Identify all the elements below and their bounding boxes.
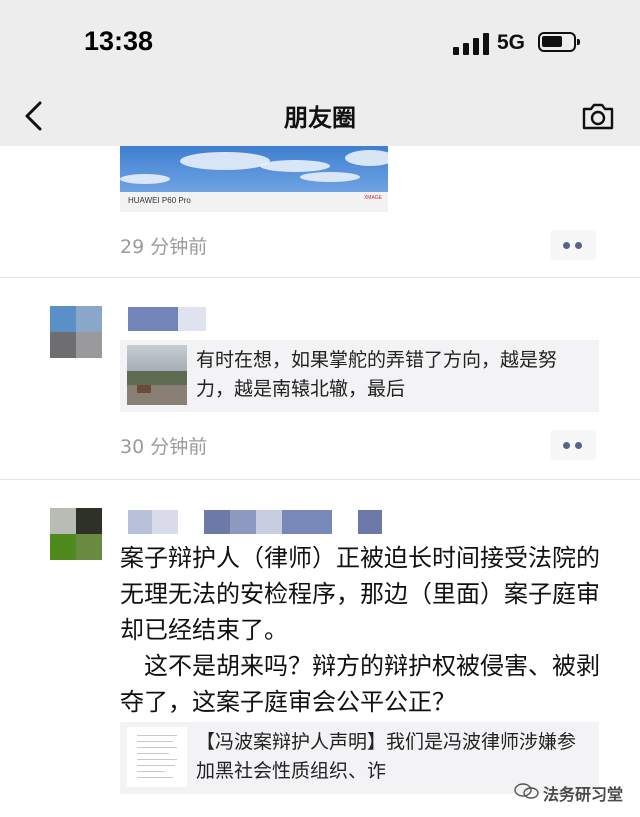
more-dots-icon[interactable] xyxy=(550,430,596,460)
link-title: 【冯波案辩护人声明】我们是冯波律师涉嫌参加黑社会性质组织、诈 xyxy=(196,731,577,782)
divider xyxy=(0,479,640,480)
avatar[interactable] xyxy=(50,508,102,560)
status-time: 13:38 xyxy=(84,26,154,56)
signal-icon xyxy=(453,33,489,55)
more-dots-icon[interactable] xyxy=(550,230,596,260)
camera-brand-mark: XMAGE xyxy=(363,195,382,201)
avatar[interactable] xyxy=(50,306,102,358)
wechat-logo-icon xyxy=(514,783,539,799)
chevron-left-icon[interactable] xyxy=(22,98,46,134)
link-thumbnail xyxy=(127,345,187,405)
post-time: 29 分钟前 xyxy=(120,236,208,258)
network-type: 5G xyxy=(497,31,526,54)
nav-bar: 朋友圈 xyxy=(0,88,640,146)
post-paragraph: 这不是胡来吗？辩方的辩护权被侵害、被剥夺了，这案子庭审会公平公正？ xyxy=(120,652,600,716)
camera-icon[interactable] xyxy=(580,98,616,134)
camera-brand: HUAWEI P60 Pro xyxy=(128,196,191,205)
post-body: 案子辩护人（律师）正被迫长时间接受法院的无理无法的安检程序，那边（里面）案子庭审… xyxy=(120,540,620,720)
watermark: 法务研习堂 xyxy=(543,785,624,804)
post-image[interactable]: HUAWEI P60 Pro XMAGE xyxy=(120,146,388,212)
shared-link-card[interactable]: 有时在想，如果掌舵的弄错了方向，越是努力，越是南辕北辙，最后 xyxy=(120,340,599,412)
post-time: 30 分钟前 xyxy=(120,436,208,458)
status-bar: 13:38 5G xyxy=(0,0,640,88)
divider xyxy=(0,277,640,278)
document-thumbnail xyxy=(127,727,187,787)
battery-icon xyxy=(538,32,580,52)
post-paragraph: 案子辩护人（律师）正被迫长时间接受法院的无理无法的安检程序，那边（里面）案子庭审… xyxy=(120,544,600,644)
link-title: 有时在想，如果掌舵的弄错了方向，越是努力，越是南辕北辙，最后 xyxy=(196,349,558,400)
page-title: 朋友圈 xyxy=(284,104,356,132)
